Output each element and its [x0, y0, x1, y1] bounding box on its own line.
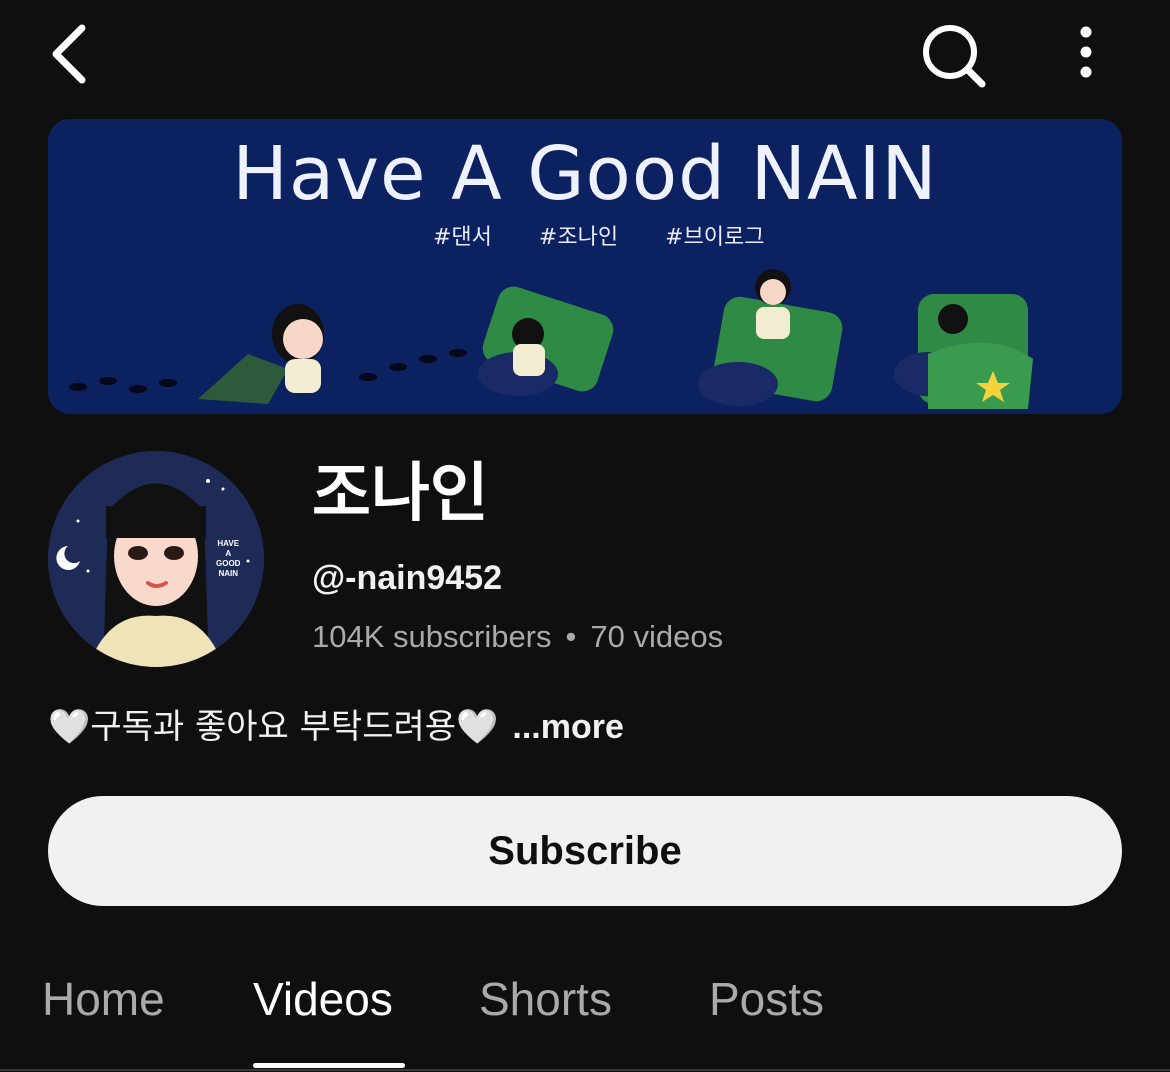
active-tab-indicator: [253, 1063, 405, 1068]
top-bar: [0, 0, 1170, 110]
avatar-text-line: HAVE: [217, 539, 240, 548]
banner-hashtag: #댄서: [433, 225, 492, 250]
tab-videos[interactable]: Videos: [253, 972, 393, 1027]
search-button[interactable]: [918, 20, 990, 92]
stats-separator: •: [565, 619, 577, 654]
banner-hashtags: #댄서 #조나인 #브이로그: [433, 219, 764, 251]
banner-hashtag: #브이로그: [665, 225, 765, 250]
more-vertical-icon: [1080, 26, 1092, 78]
more-options-button[interactable]: [1066, 22, 1106, 86]
chevron-left-icon: [52, 24, 86, 84]
more-link[interactable]: ...more: [512, 708, 623, 746]
subscriber-count: 104K subscribers: [312, 619, 552, 654]
avatar-text: HAVE A GOOD NAIN: [216, 539, 240, 579]
banner-title: Have A Good NAIN: [232, 131, 938, 217]
avatar-text-line: A: [225, 549, 232, 558]
back-button[interactable]: [42, 18, 102, 88]
avatar-text-line: NAIN: [218, 569, 238, 578]
channel-handle: @-nain9452: [312, 559, 503, 597]
tabs-divider: [0, 1069, 1170, 1071]
video-count: 70 videos: [590, 619, 724, 654]
channel-banner: Have A Good NAIN #댄서 #조나인 #브이로그: [48, 119, 1122, 414]
search-icon: [923, 25, 986, 88]
subscribe-button[interactable]: Subscribe: [48, 796, 1122, 906]
channel-name: 조나인: [312, 457, 489, 531]
tab-posts[interactable]: Posts: [709, 972, 824, 1027]
tab-shorts[interactable]: Shorts: [479, 972, 612, 1027]
avatar-text-line: GOOD: [216, 559, 241, 568]
channel-avatar[interactable]: HAVE A GOOD NAIN: [48, 451, 264, 667]
channel-description[interactable]: 🤍구독과 좋아요 부탁드려용🤍 ...more: [48, 705, 624, 749]
description-text: 🤍구독과 좋아요 부탁드려용🤍: [48, 707, 499, 747]
channel-tabs: Home Videos Shorts Posts: [0, 960, 1170, 1072]
channel-stats: 104K subscribers • 70 videos: [312, 618, 723, 655]
banner-hashtag: #조나인: [538, 225, 619, 250]
tab-home[interactable]: Home: [42, 972, 165, 1027]
channel-page: Have A Good NAIN #댄서 #조나인 #브이로그 HAVE A G…: [0, 0, 1170, 1072]
